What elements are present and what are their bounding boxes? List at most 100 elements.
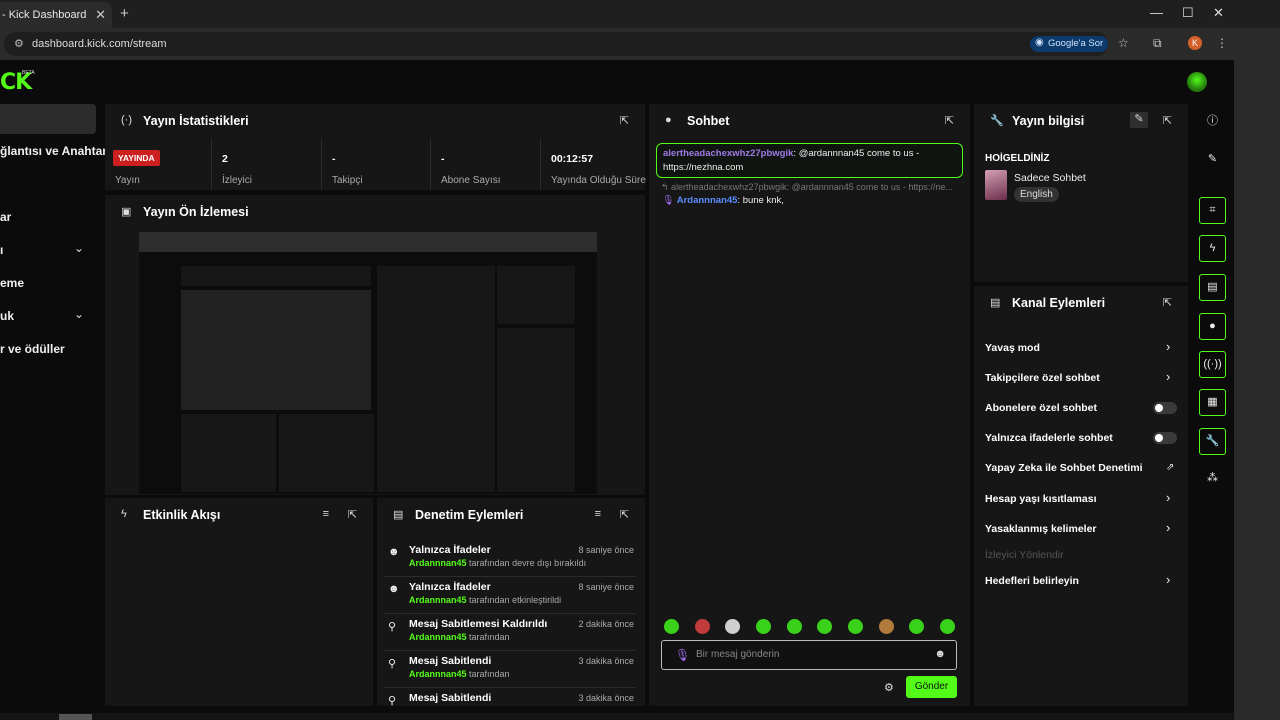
close-tab-icon[interactable]: ✕ [95,7,106,23]
maximize-icon[interactable]: ☐ [1182,5,1194,21]
wrench-icon[interactable]: 🔧 [1199,428,1226,455]
url-field[interactable]: ⚙ dashboard.kick.com/stream [4,32,1108,56]
edit-pencil-icon[interactable]: ✎ [1199,147,1226,174]
chat-settings-gear-icon[interactable]: ⚙ [884,681,894,694]
chevron-right-icon[interactable]: › [1166,339,1170,354]
emote-icon[interactable] [664,619,679,634]
chevron-right-icon[interactable]: › [1166,520,1170,535]
popout-icon[interactable]: ⇱ [1163,296,1172,309]
action-slow-mode[interactable]: Yavaş mod [985,342,1040,354]
emote-icon[interactable] [787,619,802,634]
popout-icon[interactable]: ⇱ [620,114,629,127]
item-title: Yalnızca İfadeler [409,544,491,556]
action-subscribers-only[interactable]: Abonelere özel sohbet [985,402,1097,414]
emote-icon[interactable] [940,619,955,634]
external-link-icon[interactable]: ⇗ [1166,462,1174,473]
list-item: ⚲ Mesaj Sabitlemesi Kaldırıldı Ardannnan… [384,614,636,651]
scrollbar-thumb[interactable] [59,714,92,720]
item-title: Mesaj Sabitlendi [409,655,492,667]
bookmark-star-icon[interactable]: ☆ [1118,36,1129,50]
chevron-right-icon[interactable]: › [1166,369,1170,384]
emotes-only-toggle[interactable] [1153,432,1177,444]
browser-menu-icon[interactable]: ⋮ [1216,36,1228,50]
profile-avatar[interactable]: K [1188,36,1202,50]
stat-status: YAYINDA Yayın [105,138,210,190]
chevron-down-icon[interactable]: ⌄ [74,241,84,255]
popout-icon[interactable]: ⇱ [348,508,357,521]
send-button[interactable]: Gönder [906,676,957,698]
emote-icon[interactable] [848,619,863,634]
chevron-right-icon[interactable]: › [1166,490,1170,505]
document-icon[interactable]: ▤ [1199,274,1226,301]
action-ai-moderation[interactable]: Yapay Zeka ile Sohbet Denetimi [985,462,1143,474]
item-user[interactable]: Ardannnan45 [409,595,467,605]
sliders-icon[interactable]: ▦ [1199,389,1226,416]
google-lens-button[interactable]: ◉ Google'a Sor [1030,36,1108,52]
edit-pencil-icon[interactable]: ✎ [1130,112,1148,128]
emote-icon[interactable] [695,619,710,634]
chat-message[interactable]: 🎙 Ardannnan45: bune knk, [662,195,784,206]
emote-icon[interactable] [725,619,740,634]
stream-preview-video[interactable] [139,232,597,494]
beta-badge: BETA [22,70,35,76]
preview-app [139,252,597,494]
popout-icon[interactable]: ⇱ [945,114,954,127]
url-text: dashboard.kick.com/stream [32,38,167,50]
stat-value: 00:12:57 [551,153,594,165]
preview-box [497,328,575,492]
sidebar-item-active[interactable] [0,104,96,134]
mic-icon[interactable]: 🎙 [675,648,690,662]
action-banned-words[interactable]: Yasaklanmış kelimeler [985,523,1097,535]
chevron-right-icon[interactable]: › [1166,572,1170,587]
sidebar-item-ar[interactable]: ar [0,210,11,224]
action-account-age[interactable]: Hesap yaşı kısıtlaması [985,493,1097,505]
emoji-picker-icon[interactable]: ☻ [934,648,946,660]
message-username[interactable]: Ardannnan45 [677,195,738,206]
emote-icon[interactable] [817,619,832,634]
sliders-icon: ▤ [990,297,1001,309]
popout-icon[interactable]: ⇱ [1163,114,1172,127]
action-set-goals[interactable]: Hedefleri belirleyin [985,575,1079,587]
close-window-icon[interactable]: ✕ [1213,5,1224,21]
stat-value: - [332,153,336,165]
action-followers-only[interactable]: Takipçilere özel sohbet [985,372,1100,384]
message-username[interactable]: alertheadachexwhz27pbwgik [663,148,793,159]
wrench-icon: 🔧 [990,115,1004,127]
horizontal-scrollbar[interactable] [0,713,1234,720]
stat-label: İzleyici [222,175,253,186]
action-emotes-only[interactable]: Yalnızca ifadelerle sohbet [985,432,1113,444]
user-avatar[interactable] [1187,72,1207,92]
extensions-icon[interactable]: ⧉ [1153,36,1162,51]
layout-icon[interactable]: ⁂ [1199,466,1226,493]
site-settings-icon[interactable]: ⚙ [14,37,24,50]
new-tab-icon[interactable]: + [120,5,129,22]
filter-icon[interactable]: ≡ [595,508,601,520]
subscribers-only-toggle[interactable] [1153,402,1177,414]
filter-icon[interactable]: ≡ [323,508,329,520]
minimize-icon[interactable]: — [1150,5,1163,20]
browser-tab[interactable]: - Kick Dashboard ✕ [0,2,112,28]
popout-icon[interactable]: ⇱ [620,508,629,521]
broadcast-icon[interactable]: ((·)) [1199,351,1226,378]
item-user[interactable]: Ardannnan45 [409,632,467,642]
highlighted-message[interactable]: alertheadachexwhz27pbwgik: @ardannnan45 … [656,143,963,178]
item-user[interactable]: Ardannnan45 [409,558,467,568]
bolt-icon[interactable]: ϟ [1199,235,1226,262]
reply-preview[interactable]: ↰ alertheadachexwhz27pbwgik: @ardannnan4… [661,182,953,193]
chat-bubble-icon[interactable]: ● [1199,313,1226,340]
emote-icon[interactable] [756,619,771,634]
emote-icon[interactable] [879,619,894,634]
emote-icon[interactable] [909,619,924,634]
panel-header: ▣ Yayın Ön İzlemesi [105,195,645,229]
sidebar-item-rewards[interactable]: r ve ödüller [0,342,65,356]
sidebar-item-eme[interactable]: eme [0,276,24,290]
chat-message-input[interactable]: 🎙 Bir mesaj gönderin ☻ [661,640,957,670]
item-user[interactable]: Ardannnan45 [409,669,467,679]
sidebar-item-uk[interactable]: uk [0,309,14,323]
sidebar-item-i[interactable]: ı [0,243,3,257]
info-icon[interactable]: ⓘ [1199,109,1226,136]
scan-icon[interactable]: ⌗ [1199,197,1226,224]
stat-uptime: 00:12:57 Yayında Olduğu Süre [540,138,646,190]
sidebar-item-connection-keys[interactable]: ğlantısı ve Anahtarı [0,144,110,158]
chevron-down-icon[interactable]: ⌄ [74,307,84,321]
